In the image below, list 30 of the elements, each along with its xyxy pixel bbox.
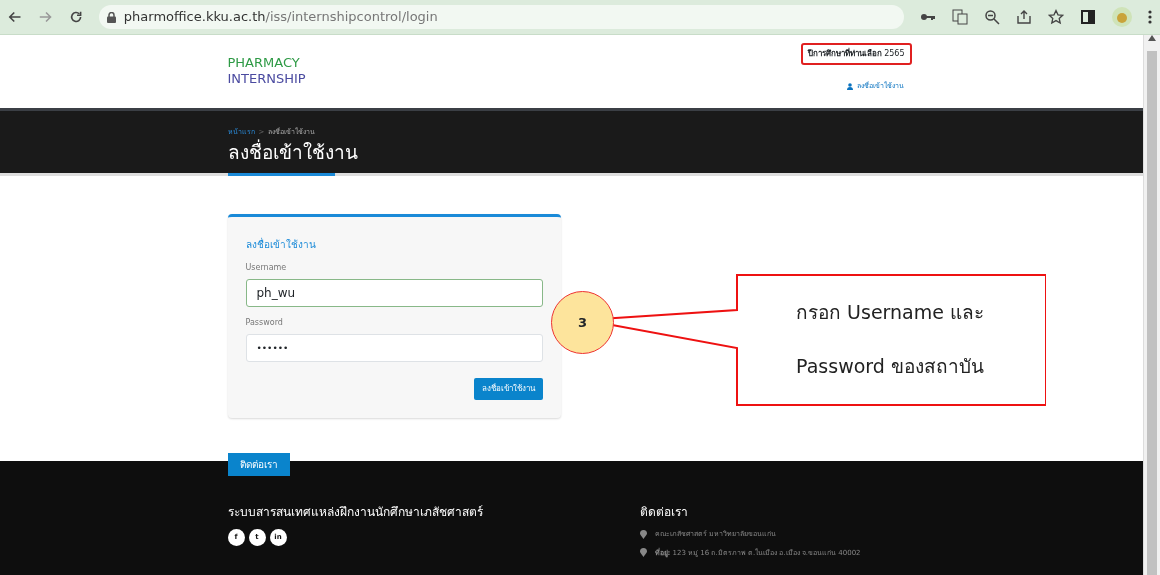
menu-icon[interactable] [1148, 9, 1152, 25]
location-pin-icon [639, 548, 647, 558]
scrollbar-thumb[interactable] [1147, 51, 1157, 575]
login-button[interactable]: ลงชื่อเข้าใช้งาน [473, 378, 543, 400]
form-title: ลงชื่อเข้าใช้งาน [245, 237, 317, 252]
footer-heading: ติดต่อเรา [639, 504, 689, 521]
back-icon[interactable] [8, 9, 23, 25]
field-label: Username [245, 262, 288, 274]
logo-text[interactable]: INTERNSHIP [227, 70, 306, 87]
password-field[interactable]: •••••• [245, 334, 543, 362]
share-icon[interactable] [1016, 9, 1032, 25]
selected-year-box[interactable]: ปีการศึกษาที่ท่านเลือก 2565 [800, 43, 912, 65]
sidebar-icon[interactable] [1080, 9, 1096, 25]
username-field[interactable]: ph_wu [245, 279, 543, 307]
callout-text: Password ของสถาบัน [795, 354, 985, 379]
callout-text: กรอก Username และ [795, 300, 985, 325]
step-number-badge: 3 [551, 291, 614, 354]
url-text: pharmoffice.kku.ac.th/iss/internshipcontrol/login [123, 8, 438, 27]
user-icon [846, 82, 853, 90]
location-pin-icon [639, 529, 647, 539]
address-bar[interactable]: pharmoffice.kku.ac.th/iss/internshipcontrol/login [98, 5, 904, 29]
footer-heading: ระบบสารสนเทศแหล่งฝึกงานนักศึกษาเภสัชศาสตร์ [227, 504, 484, 521]
star-icon[interactable] [1048, 9, 1064, 25]
logo-text[interactable]: PHARMACY [227, 55, 306, 71]
page-title: ลงชื่อเข้าใช้งาน [227, 138, 359, 165]
translate-icon[interactable] [952, 9, 968, 25]
lock-icon [106, 11, 116, 23]
field-label: Password [245, 317, 284, 329]
reload-icon[interactable] [68, 9, 83, 25]
zoom-icon[interactable] [984, 9, 1000, 25]
